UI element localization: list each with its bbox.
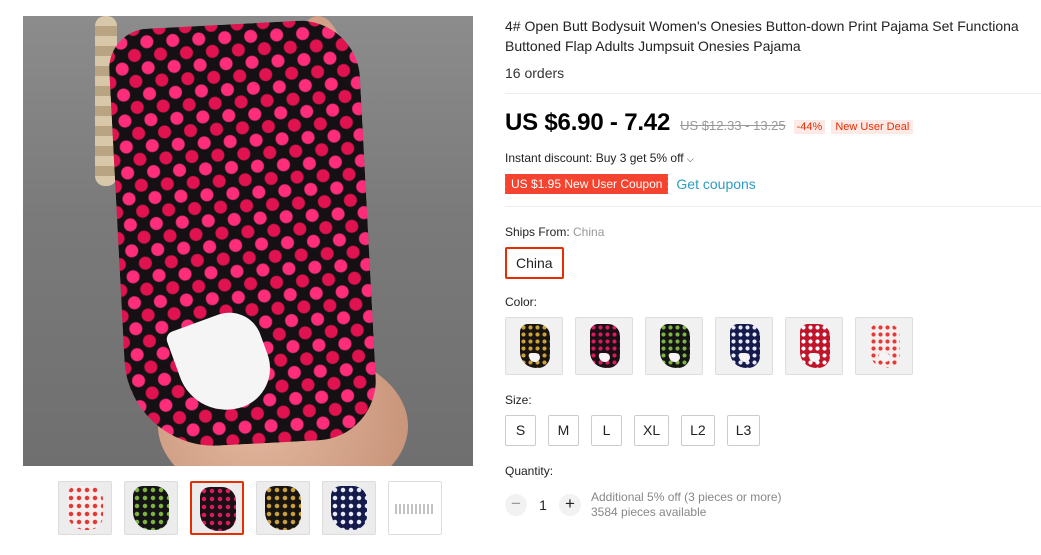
- discount-badge: -44%: [793, 120, 826, 134]
- swatch-preview: [800, 324, 830, 368]
- color-label: Color:: [505, 295, 538, 309]
- product-title: 4# Open Butt Bodysuit Women's Onesies Bu…: [505, 18, 1019, 34]
- size-option-xl[interactable]: XL: [634, 415, 670, 446]
- quantity-value[interactable]: 1: [527, 497, 559, 513]
- ships-from-text: Ships From:: [505, 225, 574, 239]
- quantity-note: Additional 5% off (3 pieces or more) 358…: [591, 490, 782, 520]
- product-info: 4# Open Butt Bodysuit Women's Onesies Bu…: [502, 16, 1041, 520]
- quantity-stepper: − 1 + Additional 5% off (3 pieces or mor…: [505, 490, 1041, 520]
- ships-from-label: Ships From: China: [505, 225, 1041, 239]
- size-option-l[interactable]: L: [591, 415, 622, 446]
- original-price: US $12.33 - 13.25: [680, 118, 786, 133]
- thumbnail-preview: [133, 486, 169, 530]
- thumbnail-navy[interactable]: [322, 481, 376, 535]
- thumbnail-preview: [331, 486, 367, 530]
- color-swatches: [505, 317, 1041, 375]
- chevron-down-icon: ⌵: [686, 154, 694, 164]
- swatch-preview: [730, 324, 760, 368]
- thumbnail-black-gold[interactable]: [256, 481, 310, 535]
- thumbnail-preview: [200, 487, 236, 531]
- order-count: 16 orders: [505, 65, 565, 81]
- get-coupons-link[interactable]: Get coupons: [676, 176, 755, 192]
- ships-from-value: China: [573, 225, 605, 239]
- instant-discount[interactable]: Instant discount: Buy 3 get 5% off ⌵: [505, 151, 1041, 165]
- size-option-s[interactable]: S: [505, 415, 536, 446]
- divider: [505, 206, 1041, 207]
- color-swatch-black-gold-hearts[interactable]: [505, 317, 563, 375]
- size-option-l3[interactable]: L3: [726, 415, 761, 446]
- color-swatch-red-hearts[interactable]: [785, 317, 843, 375]
- size-label: Size:: [505, 393, 532, 407]
- size-chart-preview: [395, 504, 435, 514]
- quantity-decrease-button[interactable]: −: [505, 494, 527, 516]
- size-option-l2[interactable]: L2: [681, 415, 715, 446]
- swatch-preview: [660, 324, 690, 368]
- current-price: US $6.90 - 7.42: [505, 109, 671, 136]
- bulk-discount-note: Additional 5% off (3 pieces or more): [591, 490, 782, 504]
- product-title-line2: Buttoned Flap Adults Jumpsuit Onesies Pa…: [505, 38, 801, 54]
- size-option-m[interactable]: M: [548, 415, 579, 446]
- price-row: US $6.90 - 7.42 US $12.33 - 13.25 -44% N…: [505, 109, 1041, 137]
- color-swatch-white-red-hearts[interactable]: [855, 317, 913, 375]
- swatch-preview: [870, 324, 900, 368]
- swatch-preview: [520, 324, 550, 368]
- instant-discount-text: Instant discount: Buy 3 get 5% off: [505, 151, 684, 165]
- thumbnail-black-pink[interactable]: [190, 481, 244, 535]
- thumbnail-preview: [67, 486, 103, 530]
- color-swatch-black-pink-hearts[interactable]: [575, 317, 633, 375]
- quantity-label: Quantity:: [505, 464, 554, 478]
- divider: [505, 93, 1041, 94]
- stock-available: 3584 pieces available: [591, 505, 707, 519]
- new-user-deal-badge: New User Deal: [831, 120, 914, 134]
- thumbnail-size-chart[interactable]: [388, 481, 442, 535]
- coupon-row: US $1.95 New User Coupon Get coupons: [502, 174, 1041, 194]
- color-swatch-navy-hearts[interactable]: [715, 317, 773, 375]
- new-user-coupon[interactable]: US $1.95 New User Coupon: [502, 174, 669, 194]
- thumbnail-strip: [58, 481, 442, 535]
- ships-from-option-china[interactable]: China: [505, 247, 564, 279]
- color-swatch-black-multicolor-hearts[interactable]: [645, 317, 703, 375]
- main-product-image[interactable]: [23, 16, 473, 466]
- size-options: S M L XL L2 L3: [505, 415, 1041, 446]
- quantity-increase-button[interactable]: +: [559, 494, 581, 516]
- swatch-preview: [590, 324, 620, 368]
- thumbnail-white-red[interactable]: [58, 481, 112, 535]
- thumbnail-preview: [265, 486, 301, 530]
- thumbnail-black-multicolor[interactable]: [124, 481, 178, 535]
